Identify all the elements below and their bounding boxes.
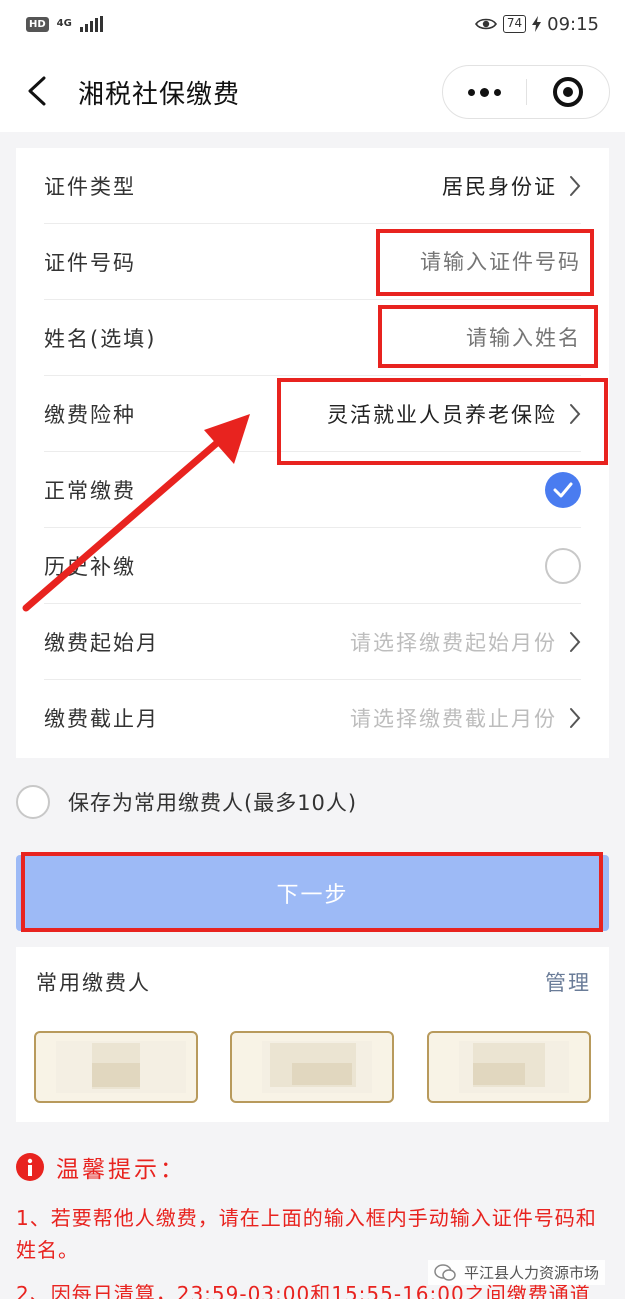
id-number-row: 证件号码 [44,224,581,300]
wechat-icon [434,1263,456,1281]
close-miniprogram-button[interactable] [527,66,609,118]
save-payer-option[interactable]: 保存为常用缴费人(最多10人) [16,785,357,819]
page-title: 湘税社保缴费 [78,80,241,110]
id-type-value: 居民身份证 [442,171,581,201]
frequent-payers-title: 常用缴费人 [36,971,151,995]
payer-chip[interactable] [230,1031,394,1103]
next-step-button[interactable]: 下一步 [16,855,609,931]
chevron-right-icon [570,175,581,196]
more-button[interactable] [443,66,526,118]
insurance-type-label: 缴费险种 [44,402,136,427]
history-payment-label: 历史补缴 [44,554,136,579]
battery-indicator: 74 [502,15,527,33]
id-number-label: 证件号码 [44,250,136,275]
more-dot-icon [494,88,501,96]
id-type-selected: 居民身份证 [442,174,557,199]
clock-time: 09:15 [547,13,599,35]
start-month-row[interactable]: 缴费起始月 请选择缴费起始月份 [44,604,581,680]
back-arrow-icon[interactable] [26,76,48,106]
end-month-value: 请选择缴费截止月份 [350,703,581,733]
chevron-right-icon [570,631,581,652]
signal-icon [79,16,103,32]
watermark-text: 平江县人力资源市场 [463,1264,599,1282]
more-dot-icon [468,88,475,96]
manage-payers-link[interactable]: 管理 [545,967,591,997]
payment-form: 证件类型 居民身份证 证件号码 姓名(选填) 缴费险种 灵活就业人员养老保险 正… [16,148,609,758]
normal-payment-label: 正常缴费 [44,478,136,503]
end-month-row[interactable]: 缴费截止月 请选择缴费截止月份 [44,680,581,756]
tips-title: 温馨提示： [56,1157,186,1183]
eye-icon [474,18,497,30]
payer-chip[interactable] [34,1031,198,1103]
status-left: HD 4G [26,16,103,32]
tips-header: 温馨提示： [16,1150,609,1184]
chevron-right-icon [570,403,581,424]
end-month-label: 缴费截止月 [44,707,159,731]
chevron-right-icon [570,708,581,728]
network-label: 4G [56,18,72,29]
save-payer-label: 保存为常用缴费人(最多10人) [68,791,358,815]
start-month-value: 请选择缴费起始月份 [350,627,581,657]
insurance-type-selected: 灵活就业人员养老保险 [327,402,557,427]
insurance-type-value: 灵活就业人员养老保险 [327,399,581,429]
charging-bolt-icon [532,16,542,32]
checkmark-icon [553,482,573,497]
end-month-placeholder: 请选择缴费截止月份 [350,707,557,731]
frequent-payers-section: 常用缴费人 管理 [16,947,609,1122]
insurance-type-row[interactable]: 缴费险种 灵活就业人员养老保险 [44,376,581,452]
name-label: 姓名(选填) [44,326,157,351]
start-month-label: 缴费起始月 [44,630,159,655]
start-month-placeholder: 请选择缴费起始月份 [350,630,557,655]
nav-bar: 湘税社保缴费 [0,48,625,132]
target-icon [552,77,583,107]
payer-chip[interactable] [427,1031,591,1103]
normal-payment-checkbox[interactable] [545,471,581,508]
id-number-input[interactable] [341,249,581,274]
name-input[interactable] [341,325,581,350]
name-row: 姓名(选填) [44,300,581,376]
status-bar: HD 4G 74 09:15 [0,0,625,48]
more-dot-icon [480,87,489,97]
save-payer-radio[interactable] [16,785,50,819]
normal-payment-row[interactable]: 正常缴费 [44,452,581,528]
hd-badge: HD [26,16,49,32]
status-right: 74 09:15 [474,13,599,35]
history-payment-row[interactable]: 历史补缴 [44,528,581,604]
wechat-watermark: 平江县人力资源市场 [427,1260,605,1285]
id-type-label: 证件类型 [44,174,136,199]
history-payment-checkbox[interactable] [545,547,581,584]
tip-line-1: 1、若要帮他人缴费，请在上面的输入框内手动输入证件号码和姓名。 [16,1206,597,1262]
info-icon [16,1153,44,1181]
id-type-row[interactable]: 证件类型 居民身份证 [44,148,581,224]
miniprogram-capsule [442,65,610,119]
